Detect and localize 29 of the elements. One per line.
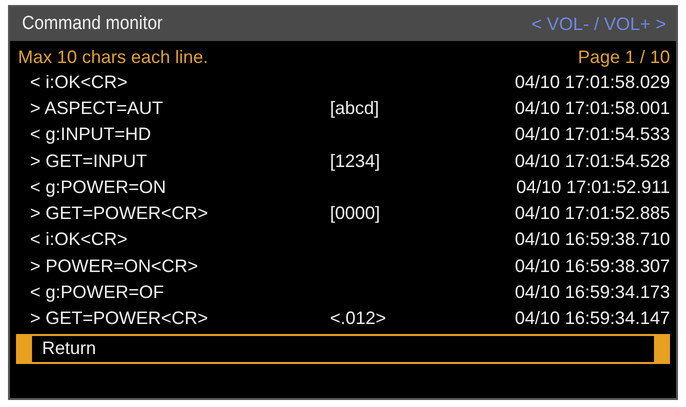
- command-text: < g:POWER=OF: [30, 282, 166, 304]
- command-text: > POWER=ON<CR>: [30, 256, 200, 277]
- timestamp: 04/10 17:01:54.528: [514, 150, 670, 172]
- window-title: Command monitor: [22, 13, 163, 35]
- code-text: [1234]: [330, 150, 380, 171]
- code-text: [abcd]: [330, 98, 380, 118]
- timestamp: 04/10 16:59:34.173: [514, 282, 670, 304]
- command-text: < i:OK<CR>: [30, 72, 129, 93]
- command-text: > ASPECT=AUT: [30, 98, 164, 119]
- command-text: < i:OK<CR>: [30, 229, 129, 250]
- volume-hint: < VOL- / VOL+ >: [531, 14, 666, 34]
- timestamp: 04/10 17:01:58.001: [514, 98, 670, 119]
- timestamp: 04/10 16:59:38.307: [514, 256, 670, 277]
- code-text: <.012>: [330, 308, 386, 328]
- line-limit-note: Max 10 chars each line.: [18, 46, 208, 68]
- code-text: [0000]: [330, 203, 380, 224]
- page-indicator: Page 1 / 10: [578, 46, 670, 68]
- return-button[interactable]: Return: [16, 334, 670, 364]
- command-text: > GET=INPUT: [30, 150, 148, 172]
- command-text: < g:POWER=ON: [30, 176, 168, 198]
- timestamp: 04/10 17:01:58.029: [514, 72, 670, 93]
- timestamp: 04/10 17:01:52.885: [514, 203, 670, 224]
- timestamp: 04/10 16:59:38.710: [514, 229, 670, 250]
- command-text: < g:INPUT=HD: [30, 124, 152, 146]
- timestamp: 04/10 17:01:54.533: [514, 124, 670, 146]
- timestamp: 04/10 17:01:52.911: [516, 176, 670, 198]
- command-text: > GET=POWER<CR>: [30, 203, 210, 224]
- command-text: > GET=POWER<CR>: [30, 308, 210, 330]
- timestamp: 04/10 16:59:34.147: [514, 308, 670, 330]
